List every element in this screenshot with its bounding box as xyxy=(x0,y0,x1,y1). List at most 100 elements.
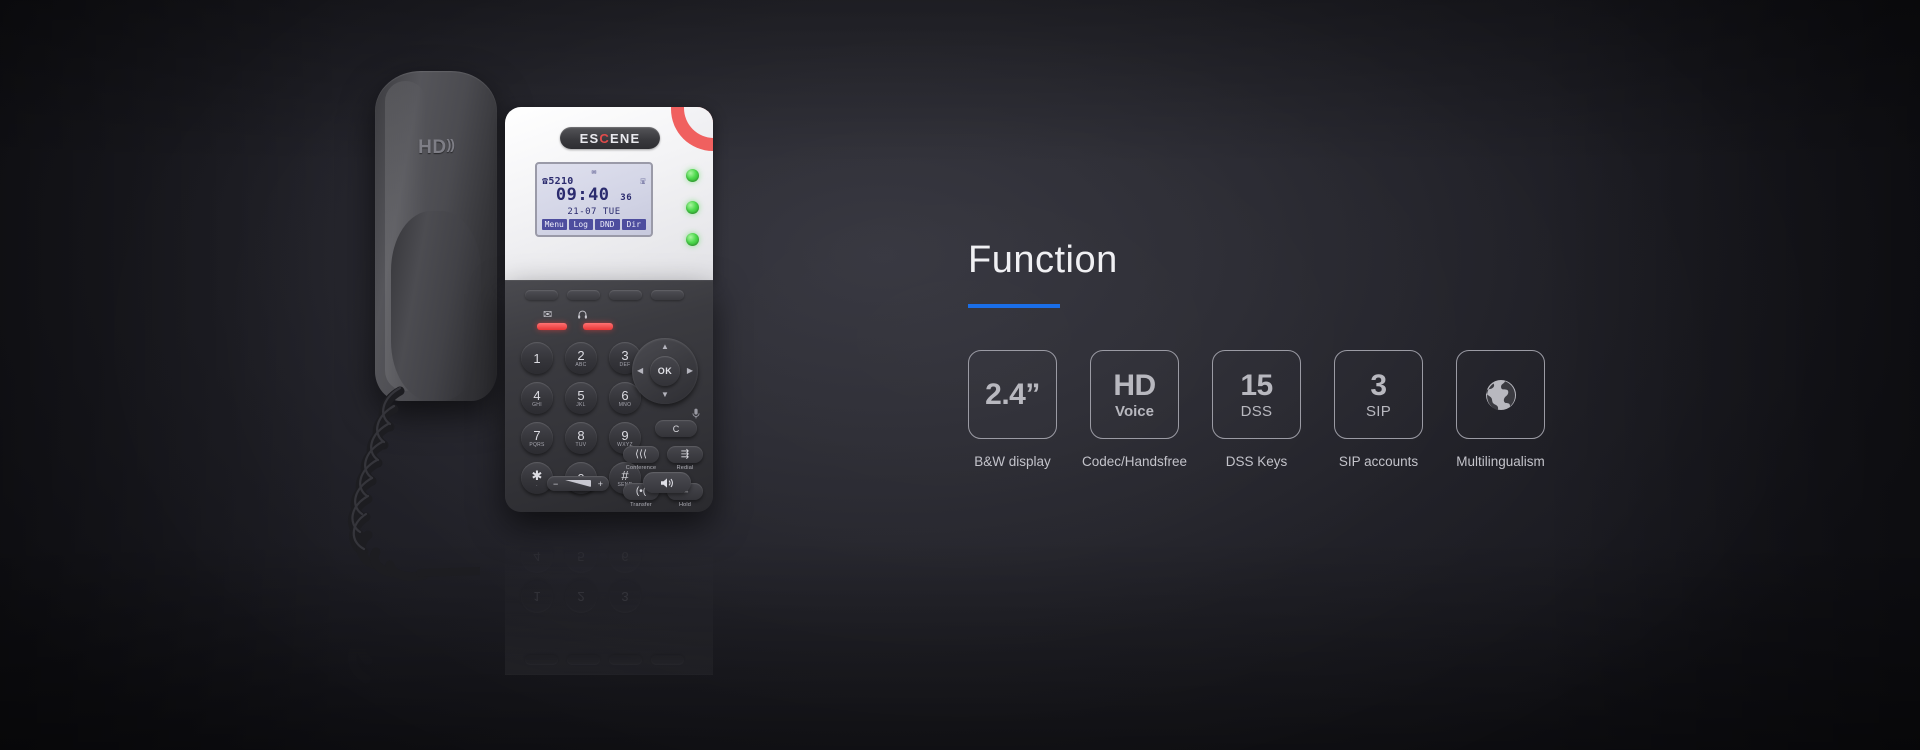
brand-badge: ESCENE xyxy=(560,127,660,149)
headset-icon-svg xyxy=(578,310,588,319)
function-key-row-1: ⟨⟨⟨ Conference ⇶ Redial xyxy=(623,446,703,471)
handset-waist xyxy=(391,211,481,401)
globe-icon xyxy=(1481,375,1521,415)
lcd-seconds: 36 xyxy=(620,193,633,203)
reflected-key-num: 4 xyxy=(533,549,541,565)
key-8[interactable]: 8 TUV xyxy=(565,422,597,454)
volume-plus-icon[interactable]: + xyxy=(598,479,603,489)
reflected-key: 7 xyxy=(521,515,553,533)
lcd-softkey-dnd: DND xyxy=(595,219,620,230)
reflected-key-num: 3 xyxy=(621,589,629,605)
reflected-softkey-2 xyxy=(567,655,600,665)
led-indicator-2 xyxy=(686,201,699,214)
hd-logo-text: HD xyxy=(418,137,447,158)
feature-card-hd-voice-box[interactable]: HD Voice xyxy=(1090,350,1179,439)
reflected-key-num: 2 xyxy=(577,589,585,605)
feature-card-language-box[interactable] xyxy=(1456,350,1545,439)
key-5-number: 5 xyxy=(577,387,585,403)
reflected-key: 2 xyxy=(565,581,597,613)
feature-card-sip-value: 3 xyxy=(1370,368,1387,402)
reflected-key: 4 xyxy=(521,541,553,573)
feature-card-dss: 15 DSS DSS Keys xyxy=(1212,350,1301,471)
navigation-pad[interactable]: ▲ ▼ ◀ ▶ OK xyxy=(632,338,698,404)
microphone-icon xyxy=(692,408,700,421)
product-photo: HD)) ESCENE ✉ ☎5210 ☏ 09:40 36 21-07 TUE… xyxy=(300,55,820,695)
lcd-time-value: 09:40 xyxy=(555,185,610,205)
led-indicator-1 xyxy=(686,169,699,182)
volume-minus-icon[interactable]: − xyxy=(553,479,558,489)
headset-icon xyxy=(577,309,588,323)
feature-card-hd-voice-sub: Voice xyxy=(1115,402,1154,420)
nav-down-icon[interactable]: ▼ xyxy=(661,391,669,399)
cord-reflection-svg xyxy=(347,614,484,684)
phone-lcd-screen: ✉ ☎5210 ☏ 09:40 36 21-07 TUE Menu Log DN… xyxy=(535,162,653,237)
key-7-letters: PQRS xyxy=(529,441,545,448)
feature-card-sip-box[interactable]: 3 SIP xyxy=(1334,350,1423,439)
hd-waves-icon: )) xyxy=(446,136,455,152)
key-4[interactable]: 4 GHI xyxy=(521,382,553,414)
volume-wedge-icon xyxy=(565,480,591,487)
key-8-number: 8 xyxy=(577,427,585,443)
reflected-key: 9 xyxy=(609,515,641,533)
indicator-led-bars xyxy=(537,323,613,330)
reflected-key-num: 1 xyxy=(533,589,541,605)
feature-card-dss-box[interactable]: 15 DSS xyxy=(1212,350,1301,439)
transfer-label: Transfer xyxy=(630,502,652,508)
reflected-softkey-3 xyxy=(609,655,642,665)
reflected-softkey-row xyxy=(525,655,684,665)
nav-left-icon[interactable]: ◀ xyxy=(637,367,643,375)
lcd-softkey-menu: Menu xyxy=(542,219,567,230)
key-7[interactable]: 7 PQRS xyxy=(521,422,553,454)
softkey-button-4 xyxy=(651,290,684,300)
key-2-letters: ABC xyxy=(575,361,587,368)
key-9-number: 9 xyxy=(621,427,629,443)
softkey-button-2 xyxy=(567,290,600,300)
ip-phone-base: ESCENE ✉ ☎5210 ☏ 09:40 36 21-07 TUE Menu… xyxy=(505,107,713,512)
key-8-letters: TUV xyxy=(575,441,587,448)
conference-key-item: ⟨⟨⟨ Conference xyxy=(623,446,659,471)
feature-card-hd-voice-label: Codec/Handsfree xyxy=(1081,454,1188,469)
volume-rocker[interactable]: − + xyxy=(547,476,609,491)
reflected-softkey-4 xyxy=(651,655,684,665)
reflected-key-num: 6 xyxy=(621,549,629,565)
key-1[interactable]: 1 xyxy=(521,342,553,374)
feature-card-display: 2.4” B&W display xyxy=(968,350,1057,471)
reflected-keypad: 1 2 3 4 5 6 7 8 9 ✱ 0 # xyxy=(521,515,641,613)
key-star-symbol: ✱ xyxy=(531,467,543,483)
key-2[interactable]: 2 ABC xyxy=(565,342,597,374)
reflected-key: 6 xyxy=(609,541,641,573)
lcd-softkey-log: Log xyxy=(568,219,593,230)
conference-button[interactable]: ⟨⟨⟨ xyxy=(623,446,659,463)
cord-reflection xyxy=(330,595,484,685)
reflected-key: 1 xyxy=(521,581,553,613)
speaker-icon xyxy=(661,477,673,488)
feature-card-display-box[interactable]: 2.4” xyxy=(968,350,1057,439)
key-5[interactable]: 5 JKL xyxy=(565,382,597,414)
key-4-number: 4 xyxy=(533,387,541,403)
page-title: Function xyxy=(968,239,1118,281)
nav-right-icon[interactable]: ▶ xyxy=(687,367,693,375)
reflected-key-num: 9 xyxy=(621,515,629,525)
reflected-key: 5 xyxy=(565,541,597,573)
globe-icon-svg xyxy=(1485,379,1516,410)
clear-button[interactable]: C xyxy=(655,420,697,437)
key-4-letters: GHI xyxy=(532,401,542,408)
softkey-button-row xyxy=(525,290,684,300)
phone-handset: HD)) xyxy=(375,71,497,401)
feature-card-display-label: B&W display xyxy=(974,454,1051,469)
speakerphone-button[interactable] xyxy=(643,472,691,493)
nav-up-icon[interactable]: ▲ xyxy=(661,343,669,351)
feature-card-hd-voice: HD Voice Codec/Handsfree xyxy=(1082,350,1187,471)
ok-button[interactable]: OK xyxy=(650,356,680,386)
voicemail-led-bar xyxy=(537,323,567,330)
handset-cord xyxy=(330,385,480,615)
redial-button[interactable]: ⇶ xyxy=(667,446,703,463)
hold-label: Hold xyxy=(678,502,692,508)
key-3-letters: DEF xyxy=(619,361,631,368)
phone-upper-shell: ESCENE ✉ ☎5210 ☏ 09:40 36 21-07 TUE Menu… xyxy=(505,107,713,282)
redial-label: Redial xyxy=(676,465,694,471)
redial-key-item: ⇶ Redial xyxy=(667,446,703,471)
key-6-number: 6 xyxy=(621,387,629,403)
voicemail-icon: ✉ xyxy=(543,309,553,321)
brand-text: ESCENE xyxy=(579,130,641,146)
